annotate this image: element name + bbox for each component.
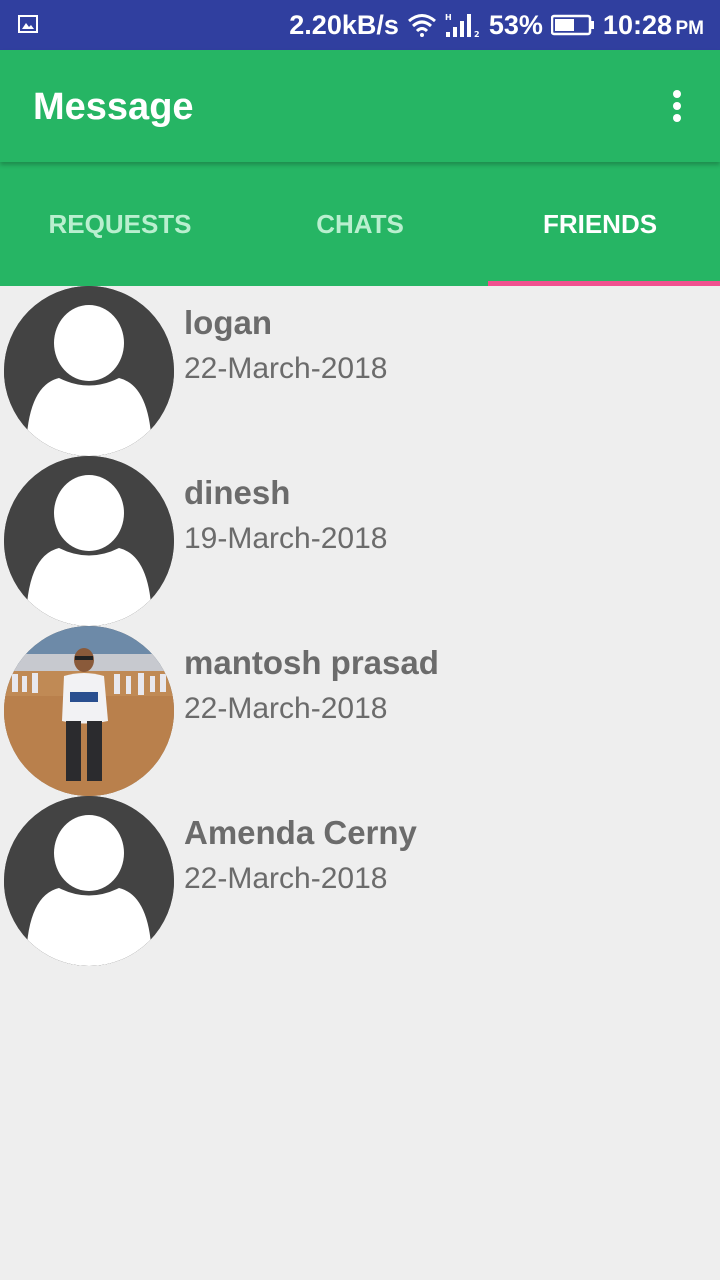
app-title: Message: [33, 86, 194, 128]
status-bar: 2.20kB/s H 2 53% 10:28 PM: [0, 0, 720, 50]
svg-text:2: 2: [474, 30, 480, 38]
friend-date: 22-March-2018: [184, 862, 388, 895]
list-item[interactable]: Amenda Cerny 22-March-2018: [0, 796, 720, 966]
default-avatar: [4, 456, 174, 626]
network-speed: 2.20kB/s: [289, 9, 399, 40]
friend-date: 19-March-2018: [184, 522, 388, 555]
battery-icon: [550, 14, 594, 36]
friend-date: 22-March-2018: [184, 692, 388, 725]
list-item[interactable]: logan 22-March-2018: [0, 286, 720, 456]
app-bar: Message: [0, 50, 720, 162]
signal-icon: H 2: [445, 13, 480, 38]
list-item[interactable]: mantosh prasad 22-March-2018: [0, 626, 720, 796]
image-notification-icon: [18, 15, 38, 33]
more-vertical-icon[interactable]: [662, 86, 692, 126]
tab-requests[interactable]: REQUESTS: [0, 162, 240, 286]
svg-text:H: H: [445, 13, 452, 22]
friend-name: logan: [184, 304, 272, 341]
wifi-icon: [407, 14, 436, 37]
photo-avatar: [4, 626, 174, 796]
friends-list: logan 22-March-2018 dinesh 19-March-2018: [0, 286, 720, 966]
list-item[interactable]: dinesh 19-March-2018: [0, 456, 720, 626]
friend-name: Amenda Cerny: [184, 814, 417, 851]
tab-chats[interactable]: CHATS: [240, 162, 480, 286]
friend-name: mantosh prasad: [184, 644, 439, 681]
battery-percent: 53%: [488, 9, 543, 40]
default-avatar: [4, 286, 174, 456]
tab-friends[interactable]: FRIENDS: [480, 162, 720, 286]
friend-date: 22-March-2018: [184, 352, 388, 385]
friend-name: dinesh: [184, 474, 291, 511]
clock: 10:28 PM: [602, 9, 704, 40]
tab-bar: REQUESTS CHATS FRIENDS: [0, 162, 720, 286]
default-avatar: [4, 796, 174, 966]
